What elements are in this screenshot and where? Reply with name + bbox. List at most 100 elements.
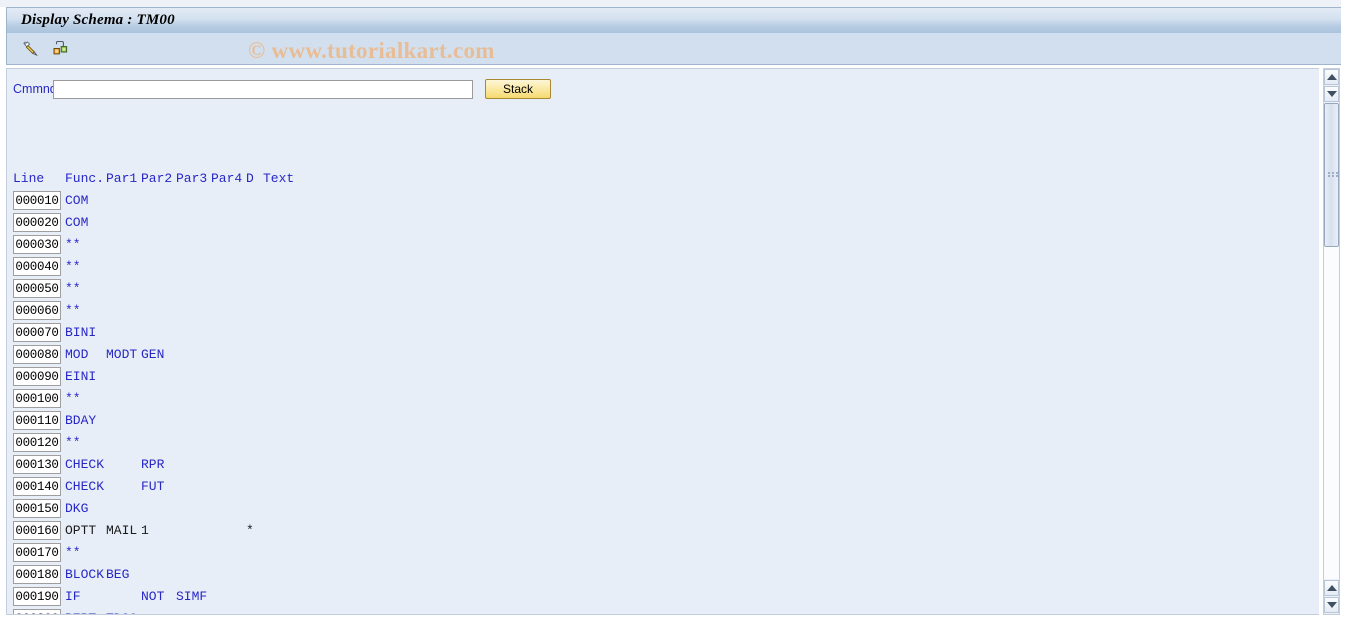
window-title-bar: Display Schema : TM00 bbox=[6, 7, 1343, 33]
column-header-text: Text bbox=[263, 171, 295, 186]
edit-pencil-icon[interactable] bbox=[17, 36, 43, 62]
application-toolbar bbox=[6, 33, 1343, 65]
table-row[interactable]: 000170 ** bbox=[7, 543, 1319, 565]
table-row[interactable]: 000130 CHECK RPR bbox=[7, 455, 1319, 477]
cell-par2: NOT bbox=[141, 589, 165, 604]
table-row[interactable]: 000110 BDAY bbox=[7, 411, 1319, 433]
cell-par2: 1 bbox=[141, 523, 149, 538]
line-number-field[interactable]: 000140 bbox=[13, 477, 61, 496]
scroll-up-arrow-top[interactable] bbox=[1324, 69, 1339, 85]
line-number-field[interactable]: 000070 bbox=[13, 323, 61, 342]
page-title: Display Schema : TM00 bbox=[21, 12, 175, 28]
edit-pencil-icon-glyph bbox=[22, 41, 38, 57]
table-row[interactable]: 000100 ** bbox=[7, 389, 1319, 411]
table-row[interactable]: 000120 ** bbox=[7, 433, 1319, 455]
column-header-par1: Par1 bbox=[106, 171, 138, 186]
cell-func: PERT bbox=[65, 609, 96, 614]
chevron-down-icon bbox=[1326, 91, 1337, 97]
command-row: Cmmnd Stack bbox=[7, 79, 551, 99]
scroll-down-arrow-top[interactable] bbox=[1324, 86, 1339, 102]
table-row[interactable]: 000150 DKG bbox=[7, 499, 1319, 521]
cell-func: ** bbox=[65, 281, 81, 296]
line-number-field[interactable]: 000050 bbox=[13, 279, 61, 298]
cell-func: IF bbox=[65, 589, 81, 604]
hierarchy-icon-glyph bbox=[53, 40, 67, 55]
cell-func: ** bbox=[65, 545, 81, 560]
line-number-field[interactable]: 000080 bbox=[13, 345, 61, 364]
cell-func: COM bbox=[65, 193, 89, 208]
cell-func: COM bbox=[65, 215, 89, 230]
cell-d: * bbox=[246, 523, 254, 538]
cell-par1: MAIL bbox=[106, 523, 138, 538]
line-number-field[interactable]: 000120 bbox=[13, 433, 61, 452]
cell-par1: MODT bbox=[106, 347, 138, 362]
line-number-field[interactable]: 000180 bbox=[13, 565, 61, 584]
line-number-field[interactable]: 000010 bbox=[13, 191, 61, 210]
table-row[interactable]: 000050 ** bbox=[7, 279, 1319, 301]
scroll-down-arrow-bottom[interactable] bbox=[1324, 597, 1339, 613]
column-header-par4: Par4 bbox=[211, 171, 243, 186]
line-number-field[interactable]: 000190 bbox=[13, 587, 61, 606]
table-row[interactable]: 000040 ** bbox=[7, 257, 1319, 279]
cell-par1: TD20 bbox=[106, 609, 137, 614]
table-row[interactable]: 000090 EINI bbox=[7, 367, 1319, 389]
scroll-up-arrow-bottom[interactable] bbox=[1324, 580, 1339, 596]
cell-func: DKG bbox=[65, 501, 89, 516]
line-number-field[interactable]: 000090 bbox=[13, 367, 61, 386]
schema-line-table: 000010 COM 000020 COM 000030 ** 000040 ** 000050… bbox=[7, 191, 1319, 614]
schema-content-pane: Cmmnd Stack Line Func. Par1 Par2 Par3 Par4 D Te… bbox=[6, 68, 1319, 615]
line-number-field[interactable]: 000150 bbox=[13, 499, 61, 518]
line-number-field[interactable]: 000040 bbox=[13, 257, 61, 276]
line-number-field[interactable]: 000130 bbox=[13, 455, 61, 474]
table-row[interactable]: 000010 COM bbox=[7, 191, 1319, 213]
table-row[interactable]: 000070 BINI bbox=[7, 323, 1319, 345]
cell-func: BINI bbox=[65, 325, 97, 340]
command-label: Cmmnd bbox=[13, 82, 57, 96]
line-number-field[interactable]: 000110 bbox=[13, 411, 61, 430]
line-number-field[interactable]: 000200 bbox=[13, 609, 61, 614]
scrollbar-grip-icon bbox=[1328, 172, 1338, 179]
window-right-strip bbox=[1341, 0, 1356, 622]
window-top-strip bbox=[0, 0, 1356, 7]
column-header-par2: Par2 bbox=[141, 171, 173, 186]
cell-func: ** bbox=[65, 237, 81, 252]
cell-func: CHECK bbox=[65, 457, 105, 472]
cell-par2: RPR bbox=[141, 457, 165, 472]
table-row[interactable]: 000080 MOD MODT GEN bbox=[7, 345, 1319, 367]
table-row[interactable]: 000200 PERT TD20 bbox=[7, 609, 1319, 614]
table-row[interactable]: 000190 IF NOT SIMF bbox=[7, 587, 1319, 609]
cell-func: ** bbox=[65, 303, 81, 318]
vertical-scrollbar[interactable] bbox=[1323, 68, 1340, 615]
cell-func: EINI bbox=[65, 369, 97, 384]
line-number-field[interactable]: 000020 bbox=[13, 213, 61, 232]
cell-func: OPTT bbox=[65, 523, 97, 538]
cell-func: BLOCK bbox=[65, 567, 105, 582]
line-number-field[interactable]: 000160 bbox=[13, 521, 61, 540]
table-row[interactable]: 000180 BLOCK BEG bbox=[7, 565, 1319, 587]
table-row[interactable]: 000160 OPTT MAIL 1 * bbox=[7, 521, 1319, 543]
cell-func: BDAY bbox=[65, 413, 97, 428]
command-input[interactable] bbox=[53, 79, 473, 99]
stack-button[interactable]: Stack bbox=[485, 79, 551, 99]
table-row[interactable]: 000030 ** bbox=[7, 235, 1319, 257]
cell-func: CHECK bbox=[65, 479, 105, 494]
line-number-field[interactable]: 000170 bbox=[13, 543, 61, 562]
cell-func: ** bbox=[65, 259, 81, 274]
cell-par2: FUT bbox=[141, 479, 165, 494]
chevron-down-icon-bottom bbox=[1326, 602, 1337, 608]
table-row[interactable]: 000020 COM bbox=[7, 213, 1319, 235]
line-number-field[interactable]: 000060 bbox=[13, 301, 61, 320]
column-header-line: Line bbox=[13, 171, 45, 186]
cell-par2: GEN bbox=[141, 347, 165, 362]
line-number-field[interactable]: 000030 bbox=[13, 235, 61, 254]
line-number-field[interactable]: 000100 bbox=[13, 389, 61, 408]
table-row[interactable]: 000140 CHECK FUT bbox=[7, 477, 1319, 499]
hierarchy-icon[interactable] bbox=[47, 36, 73, 62]
column-header-func: Func. bbox=[65, 171, 105, 186]
column-header-par3: Par3 bbox=[176, 171, 208, 186]
cell-par1: BEG bbox=[106, 567, 130, 582]
table-row[interactable]: 000060 ** bbox=[7, 301, 1319, 323]
column-header-d: D bbox=[246, 171, 254, 186]
scrollbar-thumb[interactable] bbox=[1324, 103, 1339, 247]
chevron-up-icon-bottom bbox=[1326, 585, 1337, 591]
